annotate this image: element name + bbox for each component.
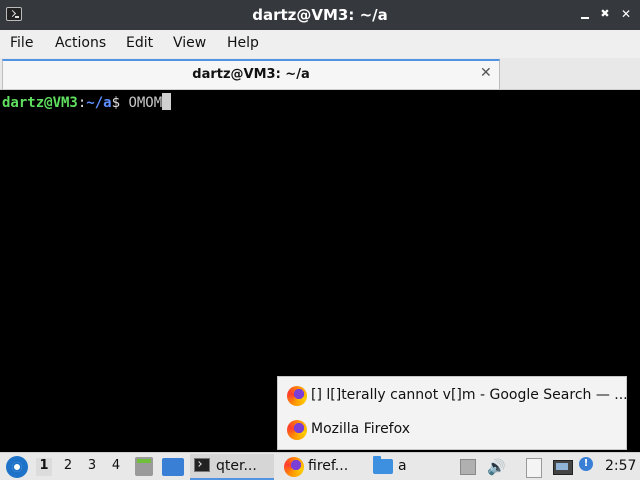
- firefox-icon: [284, 457, 304, 477]
- menu-edit[interactable]: Edit: [126, 35, 153, 51]
- prompt-path: ~/a: [86, 95, 112, 111]
- show-desktop-icon[interactable]: [162, 458, 184, 476]
- network-icon[interactable]: [552, 457, 573, 477]
- window-titlebar[interactable]: dartz@VM3: ~/a ✖ ✕: [0, 0, 640, 30]
- removable-media-icon[interactable]: [459, 457, 476, 477]
- text-cursor: [162, 93, 172, 110]
- menu-view[interactable]: View: [173, 35, 206, 51]
- prompt-user-host: dartz@VM3: [2, 95, 78, 111]
- prompt-line: dartz@VM3:~/a$ OMOM: [2, 92, 172, 114]
- tab-bar: dartz@VM3: ~/a ✕: [0, 58, 640, 90]
- desktop-3-button[interactable]: 3: [84, 458, 100, 476]
- task-label: firef...: [308, 458, 349, 474]
- taskbar-folder-button[interactable]: a: [368, 454, 428, 480]
- popup-item-label: [] l[]terally cannot v[]m - Google Searc…: [311, 387, 628, 403]
- taskbar-firefox-button[interactable]: firef...: [280, 454, 362, 480]
- firefox-icon: [287, 420, 307, 440]
- folder-icon: [373, 456, 393, 474]
- tab-close-button[interactable]: ✕: [480, 65, 492, 81]
- typed-command: OMOM: [128, 95, 163, 111]
- popup-item-google-search[interactable]: [] l[]terally cannot v[]m - Google Searc…: [278, 379, 628, 413]
- firefox-window-list-popup: [] l[]terally cannot v[]m - Google Searc…: [277, 376, 628, 450]
- menu-bar: File Actions Edit View Help: [0, 30, 640, 58]
- taskbar: 1 2 3 4 qter... firef... a 🔊 2:57: [0, 452, 640, 480]
- notification-icon[interactable]: [578, 457, 594, 477]
- volume-icon[interactable]: 🔊: [487, 457, 506, 477]
- window-title: dartz@VM3: ~/a: [252, 6, 388, 24]
- file-manager-launcher-icon[interactable]: [135, 457, 153, 476]
- terminal-tab[interactable]: dartz@VM3: ~/a ✕: [2, 59, 500, 89]
- start-menu-icon[interactable]: [6, 456, 28, 478]
- firefox-icon: [287, 386, 307, 406]
- task-label: qter...: [216, 458, 257, 474]
- task-label: a: [398, 458, 407, 474]
- desktop-2-button[interactable]: 2: [60, 458, 76, 476]
- close-window-button[interactable]: ✕: [619, 6, 633, 22]
- clipboard-icon[interactable]: [525, 457, 542, 478]
- desktop-1-button[interactable]: 1: [36, 458, 52, 476]
- popup-item-mozilla-firefox[interactable]: Mozilla Firefox: [278, 413, 626, 447]
- maximize-button[interactable]: ✖: [598, 6, 612, 22]
- menu-help[interactable]: Help: [227, 35, 259, 51]
- terminal-icon: [194, 458, 210, 472]
- menu-actions[interactable]: Actions: [55, 35, 106, 51]
- prompt-dollar: $: [111, 95, 129, 111]
- menu-file[interactable]: File: [10, 35, 33, 51]
- tab-label: dartz@VM3: ~/a: [192, 67, 310, 82]
- desktop-4-button[interactable]: 4: [108, 458, 124, 476]
- minimize-button[interactable]: [578, 6, 592, 22]
- clock[interactable]: 2:57: [605, 458, 636, 474]
- popup-item-label: Mozilla Firefox: [311, 421, 411, 437]
- taskbar-terminal-button[interactable]: qter...: [190, 454, 274, 480]
